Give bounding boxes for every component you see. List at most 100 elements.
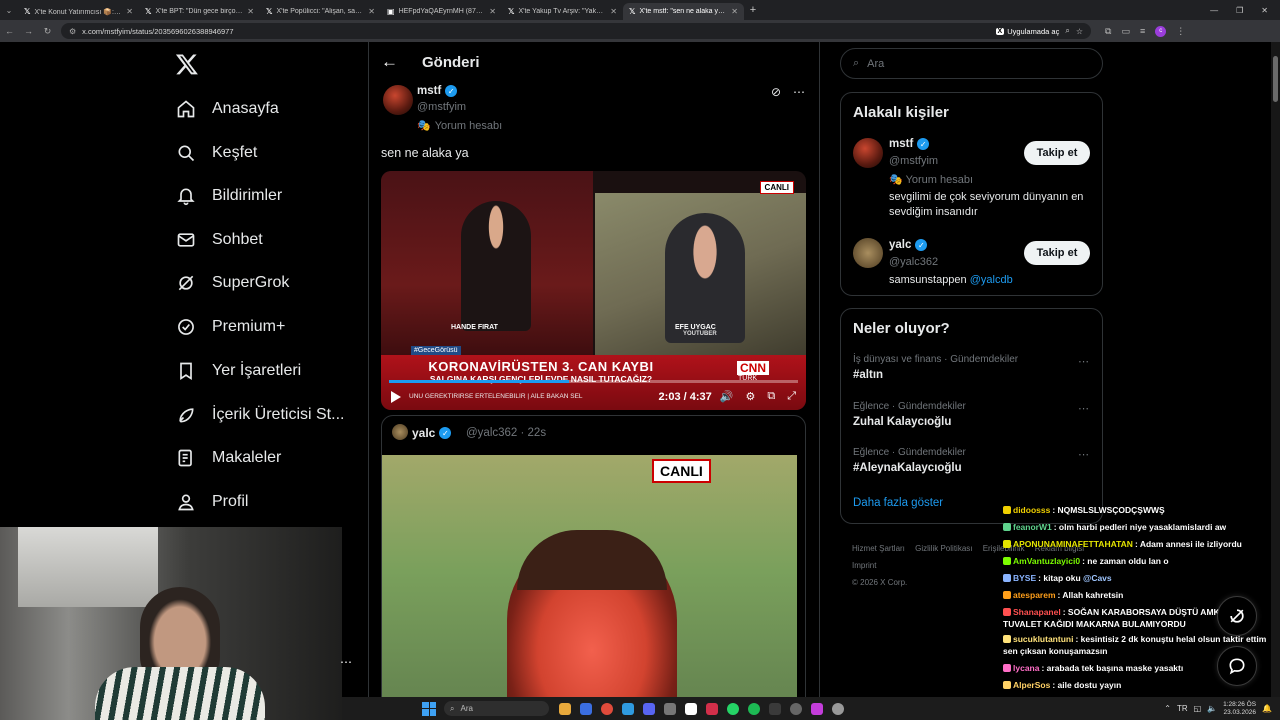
settings-icon[interactable]: ⚙ <box>745 390 755 403</box>
tray-expand-icon[interactable]: ⌃ <box>1164 704 1171 713</box>
close-tab-icon[interactable]: ✕ <box>731 7 738 16</box>
footer-link[interactable]: Imprint <box>852 561 876 570</box>
edge-icon[interactable] <box>622 702 634 715</box>
app-icon[interactable] <box>769 702 781 715</box>
footer-link[interactable]: Gizlilik Politikası <box>915 544 972 553</box>
sidebar-item-creator-studio[interactable]: İçerik Üreticisi St... <box>176 400 344 430</box>
quote-avatar[interactable] <box>392 424 408 440</box>
chat-username[interactable]: BYSE <box>1013 573 1036 583</box>
more-options-icon[interactable]: ⋯ <box>1078 402 1090 415</box>
pip-icon[interactable]: ⧉ <box>767 390 775 403</box>
follow-button[interactable]: Takip et <box>1024 141 1090 165</box>
profile-avatar-icon[interactable]: c <box>1155 25 1167 37</box>
taskbar-search[interactable]: ⌕ Ara <box>444 701 549 716</box>
chat-username[interactable]: didoosss <box>1013 505 1050 515</box>
discord-icon[interactable] <box>643 702 655 715</box>
close-tab-icon[interactable]: ✕ <box>489 7 496 16</box>
browser-tab[interactable]: 𝕏X'te Popülicci: "Alişan, sakal ve i ✕ <box>260 3 381 20</box>
obs-icon[interactable] <box>790 702 802 715</box>
browser-tab-active[interactable]: 𝕏X'te mstf: "sen ne alaka ya https ✕ <box>623 3 744 20</box>
star-icon[interactable]: ☆ <box>1076 27 1083 36</box>
chat-username[interactable]: AlperSos <box>1013 680 1050 690</box>
forward-icon[interactable]: → <box>19 26 38 36</box>
whatsapp-icon[interactable] <box>727 702 739 715</box>
quote-name-row[interactable]: yalc ✓ <box>412 426 452 440</box>
more-options-icon[interactable]: ⋯ <box>1078 448 1090 461</box>
equalizer-icon[interactable]: ≡ <box>1140 26 1145 36</box>
back-icon[interactable]: ← <box>0 26 19 36</box>
footer-link[interactable]: Hizmet Şartları <box>852 544 905 553</box>
related-person-name-row[interactable]: mstf ✓ <box>889 138 930 150</box>
spotify-icon[interactable] <box>748 702 760 715</box>
grok-floating-button[interactable] <box>1217 596 1257 636</box>
browser-tab[interactable]: 𝕏 X'te BPT: "Dün gece birçok vat ✕ <box>139 3 260 20</box>
messages-floating-button[interactable] <box>1217 646 1257 686</box>
zoom-icon[interactable]: ⌕ <box>1065 26 1069 36</box>
reload-icon[interactable]: ↻ <box>38 26 57 37</box>
app-icon[interactable] <box>811 702 823 715</box>
close-tab-icon[interactable]: ✕ <box>368 7 375 16</box>
avatar[interactable] <box>853 238 883 268</box>
windows-start-icon[interactable] <box>422 701 436 716</box>
volume-icon[interactable]: 🔈 <box>1207 704 1217 713</box>
open-in-app-button[interactable]: X Uygulamada aç <box>995 27 1059 36</box>
close-tab-icon[interactable]: ✕ <box>247 7 254 16</box>
chat-mention[interactable]: @Cavs <box>1083 573 1112 583</box>
bio-mention-link[interactable]: @yalcdb <box>970 274 1013 286</box>
chat-username[interactable]: lycana <box>1013 663 1039 673</box>
browser-tab[interactable]: 𝕏X'te Konut Yatırımcısı 📦: "Hem ✕ <box>18 3 139 20</box>
minimize-icon[interactable]: — <box>1210 6 1218 15</box>
maximize-icon[interactable]: ❐ <box>1236 6 1243 15</box>
sidebar-item-notifications[interactable]: Bildirimler <box>176 181 282 211</box>
quote-video[interactable]: CANLI <box>382 455 797 720</box>
quoted-post[interactable]: yalc ✓ @yalc362 · 22s CANLI <box>381 415 806 720</box>
app-icon[interactable] <box>706 702 718 715</box>
close-tab-icon[interactable]: ✕ <box>610 7 617 16</box>
sidebar-item-supergrok[interactable]: SuperGrok <box>176 268 289 298</box>
volume-icon[interactable]: 🔊 <box>720 390 734 403</box>
sidebar-item-profile[interactable]: Profil <box>176 487 248 517</box>
author-handle[interactable]: @mstfyim <box>417 101 466 113</box>
sidebar-item-premium[interactable]: Premium+ <box>176 312 285 342</box>
trend-item[interactable]: #altın <box>853 369 883 381</box>
more-options-icon[interactable]: ⋯ <box>340 655 352 669</box>
x-logo-icon[interactable] <box>175 52 199 76</box>
sidebar-item-bookmarks[interactable]: Yer İşaretleri <box>176 356 301 386</box>
new-tab-icon[interactable]: + <box>744 4 762 16</box>
avatar[interactable] <box>853 138 883 168</box>
extensions-icon[interactable]: ⧉ <box>1105 26 1111 37</box>
play-icon[interactable] <box>391 390 401 403</box>
follow-button[interactable]: Takip et <box>1024 241 1090 265</box>
chrome-icon[interactable] <box>601 702 613 715</box>
close-window-icon[interactable]: ✕ <box>1261 6 1268 15</box>
site-info-icon[interactable]: ⚙ <box>69 27 76 36</box>
sidebar-item-explore[interactable]: Keşfet <box>176 138 257 168</box>
grok-icon[interactable]: ⊘ <box>771 85 781 99</box>
store-icon[interactable] <box>580 702 592 715</box>
app-icon[interactable] <box>832 702 844 715</box>
notifications-icon[interactable]: 🔔 <box>1262 704 1272 713</box>
author-avatar[interactable] <box>383 85 413 115</box>
trend-item[interactable]: #AleynaKalaycıoğlu <box>853 462 962 474</box>
page-scrollbar[interactable] <box>1271 42 1280 697</box>
url-field[interactable]: ⚙ x.com/mstfyim/status/20356960263889469… <box>61 23 1091 39</box>
back-arrow-icon[interactable]: ← <box>381 52 398 72</box>
author-name-row[interactable]: mstf ✓ <box>417 85 458 97</box>
related-person-name-row[interactable]: yalc ✓ <box>889 239 928 251</box>
chat-username[interactable]: AmVantuzlayici0 <box>1013 556 1080 566</box>
chat-username[interactable]: atesparem <box>1013 590 1056 600</box>
chat-username[interactable]: feanorW1 <box>1013 522 1052 532</box>
video-player[interactable]: CANLI HANDE FIRAT EFE UYGAC YOUTUBER #Ge… <box>381 171 806 410</box>
network-icon[interactable]: ◱ <box>1194 704 1202 713</box>
app-icon[interactable] <box>664 702 676 715</box>
chat-username[interactable]: sucuklutantuni <box>1013 634 1073 644</box>
close-tab-icon[interactable]: ✕ <box>126 7 133 16</box>
sidebar-item-articles[interactable]: Makaleler <box>176 443 281 473</box>
chat-username[interactable]: Shanapanel <box>1013 607 1061 617</box>
sidebar-item-chat[interactable]: Sohbet <box>176 225 263 255</box>
more-options-icon[interactable]: ⋯ <box>1078 355 1090 368</box>
trend-item[interactable]: Zuhal Kalaycıoğlu <box>853 416 951 428</box>
show-more-link[interactable]: Daha fazla göster <box>853 497 943 509</box>
app-icon[interactable] <box>685 702 697 715</box>
fullscreen-icon[interactable]: ⤢ <box>787 390 796 403</box>
